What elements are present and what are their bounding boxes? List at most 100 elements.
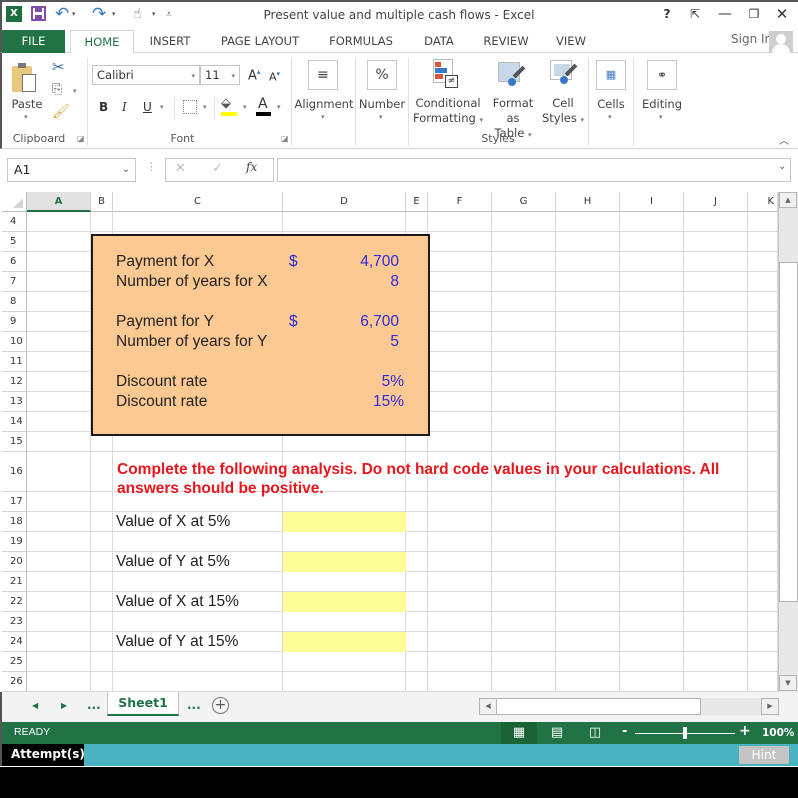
row-header-13[interactable]: 13: [2, 392, 27, 412]
column-header-h[interactable]: H: [556, 192, 620, 212]
column-header-c[interactable]: C: [113, 192, 283, 212]
row-header-17[interactable]: 17: [2, 492, 27, 512]
undo-icon[interactable]: ↶: [55, 4, 69, 24]
paste-button[interactable]: Paste: [10, 97, 44, 112]
column-header-e[interactable]: E: [406, 192, 428, 212]
tab-review[interactable]: REVIEW: [476, 30, 536, 53]
copy-dropdown-icon[interactable]: ▾: [73, 87, 77, 95]
column-header-j[interactable]: J: [684, 192, 748, 212]
touch-dropdown-icon[interactable]: ▾: [152, 4, 156, 24]
row-header-15[interactable]: 15: [2, 432, 27, 452]
hint-button[interactable]: Hint: [739, 746, 789, 764]
fill-color-icon[interactable]: ⬙: [221, 96, 231, 111]
row-header-8[interactable]: 8: [2, 292, 27, 312]
column-header-g[interactable]: G: [492, 192, 556, 212]
row-header-20[interactable]: 20: [2, 552, 27, 572]
alignment-icon[interactable]: ≡: [308, 60, 338, 90]
input-value[interactable]: 6,700: [302, 313, 399, 331]
cell-styles-icon[interactable]: [550, 60, 580, 88]
save-icon[interactable]: [31, 6, 46, 21]
editing-button[interactable]: Editing: [638, 97, 686, 112]
redo-icon[interactable]: ↷: [92, 4, 106, 24]
conditional-formatting-icon[interactable]: ≠: [433, 59, 459, 89]
row-header-21[interactable]: 21: [2, 572, 27, 592]
format-painter-icon[interactable]: 🖌: [52, 104, 70, 120]
borders-dropdown-icon[interactable]: ▾: [203, 103, 207, 111]
row-header-25[interactable]: 25: [2, 652, 27, 672]
grow-font-button[interactable]: A▴: [248, 68, 260, 83]
column-header-b[interactable]: B: [91, 192, 113, 212]
more-sheets-left[interactable]: ...: [87, 698, 101, 712]
row-header-6[interactable]: 6: [2, 252, 27, 272]
vertical-scrollbar[interactable]: ▲ ▼: [778, 192, 798, 692]
font-size-select[interactable]: 11 ▾: [200, 65, 240, 85]
ribbon-display-options-button[interactable]: ⇱: [681, 4, 709, 24]
row-header-14[interactable]: 14: [2, 412, 27, 432]
input-value[interactable]: 5: [302, 333, 399, 351]
fill-color-dropdown-icon[interactable]: ▾: [243, 103, 247, 111]
italic-button[interactable]: I: [122, 100, 127, 114]
restore-button[interactable]: ❐: [740, 4, 768, 24]
column-header-f[interactable]: F: [428, 192, 492, 212]
scroll-right-button[interactable]: ▶: [761, 698, 779, 715]
cell-styles-button[interactable]: Cell Styles ▾: [540, 96, 586, 128]
cells-dropdown-icon[interactable]: ▾: [608, 113, 612, 121]
zoom-level[interactable]: 100%: [762, 727, 794, 739]
alignment-button[interactable]: Alignment: [294, 97, 354, 112]
sign-in-link[interactable]: Sign In: [731, 32, 772, 46]
formula-input[interactable]: [277, 158, 791, 182]
row-header-7[interactable]: 7: [2, 272, 27, 292]
number-dropdown-icon[interactable]: ▾: [379, 113, 383, 121]
number-icon[interactable]: %: [367, 60, 397, 90]
number-button[interactable]: Number: [357, 97, 407, 112]
row-header-22[interactable]: 22: [2, 592, 27, 612]
row-header-19[interactable]: 19: [2, 532, 27, 552]
more-sheets-right[interactable]: ...: [187, 698, 201, 712]
cut-icon[interactable]: ✂: [52, 58, 65, 76]
column-header-k[interactable]: K: [748, 192, 778, 212]
input-value[interactable]: 8: [302, 273, 399, 291]
bold-button[interactable]: B: [99, 100, 108, 114]
tab-page-layout[interactable]: PAGE LAYOUT: [212, 30, 308, 53]
next-sheet-icon[interactable]: ▶: [61, 701, 67, 710]
cells-icon[interactable]: ▦: [596, 60, 626, 90]
row-header-12[interactable]: 12: [2, 372, 27, 392]
font-launcher-icon[interactable]: ◪: [281, 134, 289, 143]
add-sheet-icon[interactable]: +: [212, 697, 229, 714]
tab-data[interactable]: DATA: [416, 30, 462, 53]
tab-file[interactable]: FILE: [2, 30, 65, 53]
collapse-ribbon-icon[interactable]: ︿: [779, 132, 789, 147]
cancel-icon[interactable]: ✕: [175, 161, 186, 176]
tab-insert[interactable]: INSERT: [140, 30, 200, 53]
row-header-4[interactable]: 4: [2, 212, 27, 232]
font-name-select[interactable]: Calibri ▾: [92, 65, 200, 85]
clipboard-launcher-icon[interactable]: ◪: [77, 134, 85, 143]
paste-dropdown-icon[interactable]: ▾: [24, 113, 28, 121]
tab-view[interactable]: VIEW: [548, 30, 594, 53]
user-avatar-icon[interactable]: [769, 31, 793, 53]
page-layout-view-icon[interactable]: ▤: [539, 722, 575, 744]
normal-view-icon[interactable]: ▦: [501, 722, 537, 744]
input-value[interactable]: 15%: [302, 393, 404, 411]
row-header-24[interactable]: 24: [2, 632, 27, 652]
shrink-font-button[interactable]: A▾: [269, 70, 280, 84]
zoom-slider-thumb[interactable]: [683, 727, 687, 739]
answer-cell[interactable]: [283, 632, 406, 652]
scroll-left-button[interactable]: ◀: [479, 698, 497, 715]
row-header-16[interactable]: 16: [2, 452, 27, 492]
paste-icon[interactable]: [12, 62, 40, 96]
underline-button[interactable]: U: [143, 100, 152, 114]
horizontal-scroll-thumb[interactable]: [496, 698, 701, 715]
zoom-out-button[interactable]: -: [622, 724, 627, 739]
close-button[interactable]: ✕: [768, 4, 796, 24]
help-button[interactable]: ?: [653, 4, 681, 24]
touch-mode-icon[interactable]: ☝: [133, 4, 142, 24]
input-value[interactable]: 5%: [302, 373, 404, 391]
insert-function-icon[interactable]: fx: [246, 160, 257, 174]
cells-button[interactable]: Cells: [591, 97, 631, 112]
minimize-button[interactable]: —: [711, 4, 739, 24]
column-header-d[interactable]: D: [283, 192, 406, 212]
copy-icon[interactable]: ⎘: [52, 82, 62, 97]
scroll-down-button[interactable]: ▼: [779, 675, 797, 691]
tab-formulas[interactable]: FORMULAS: [320, 30, 402, 53]
